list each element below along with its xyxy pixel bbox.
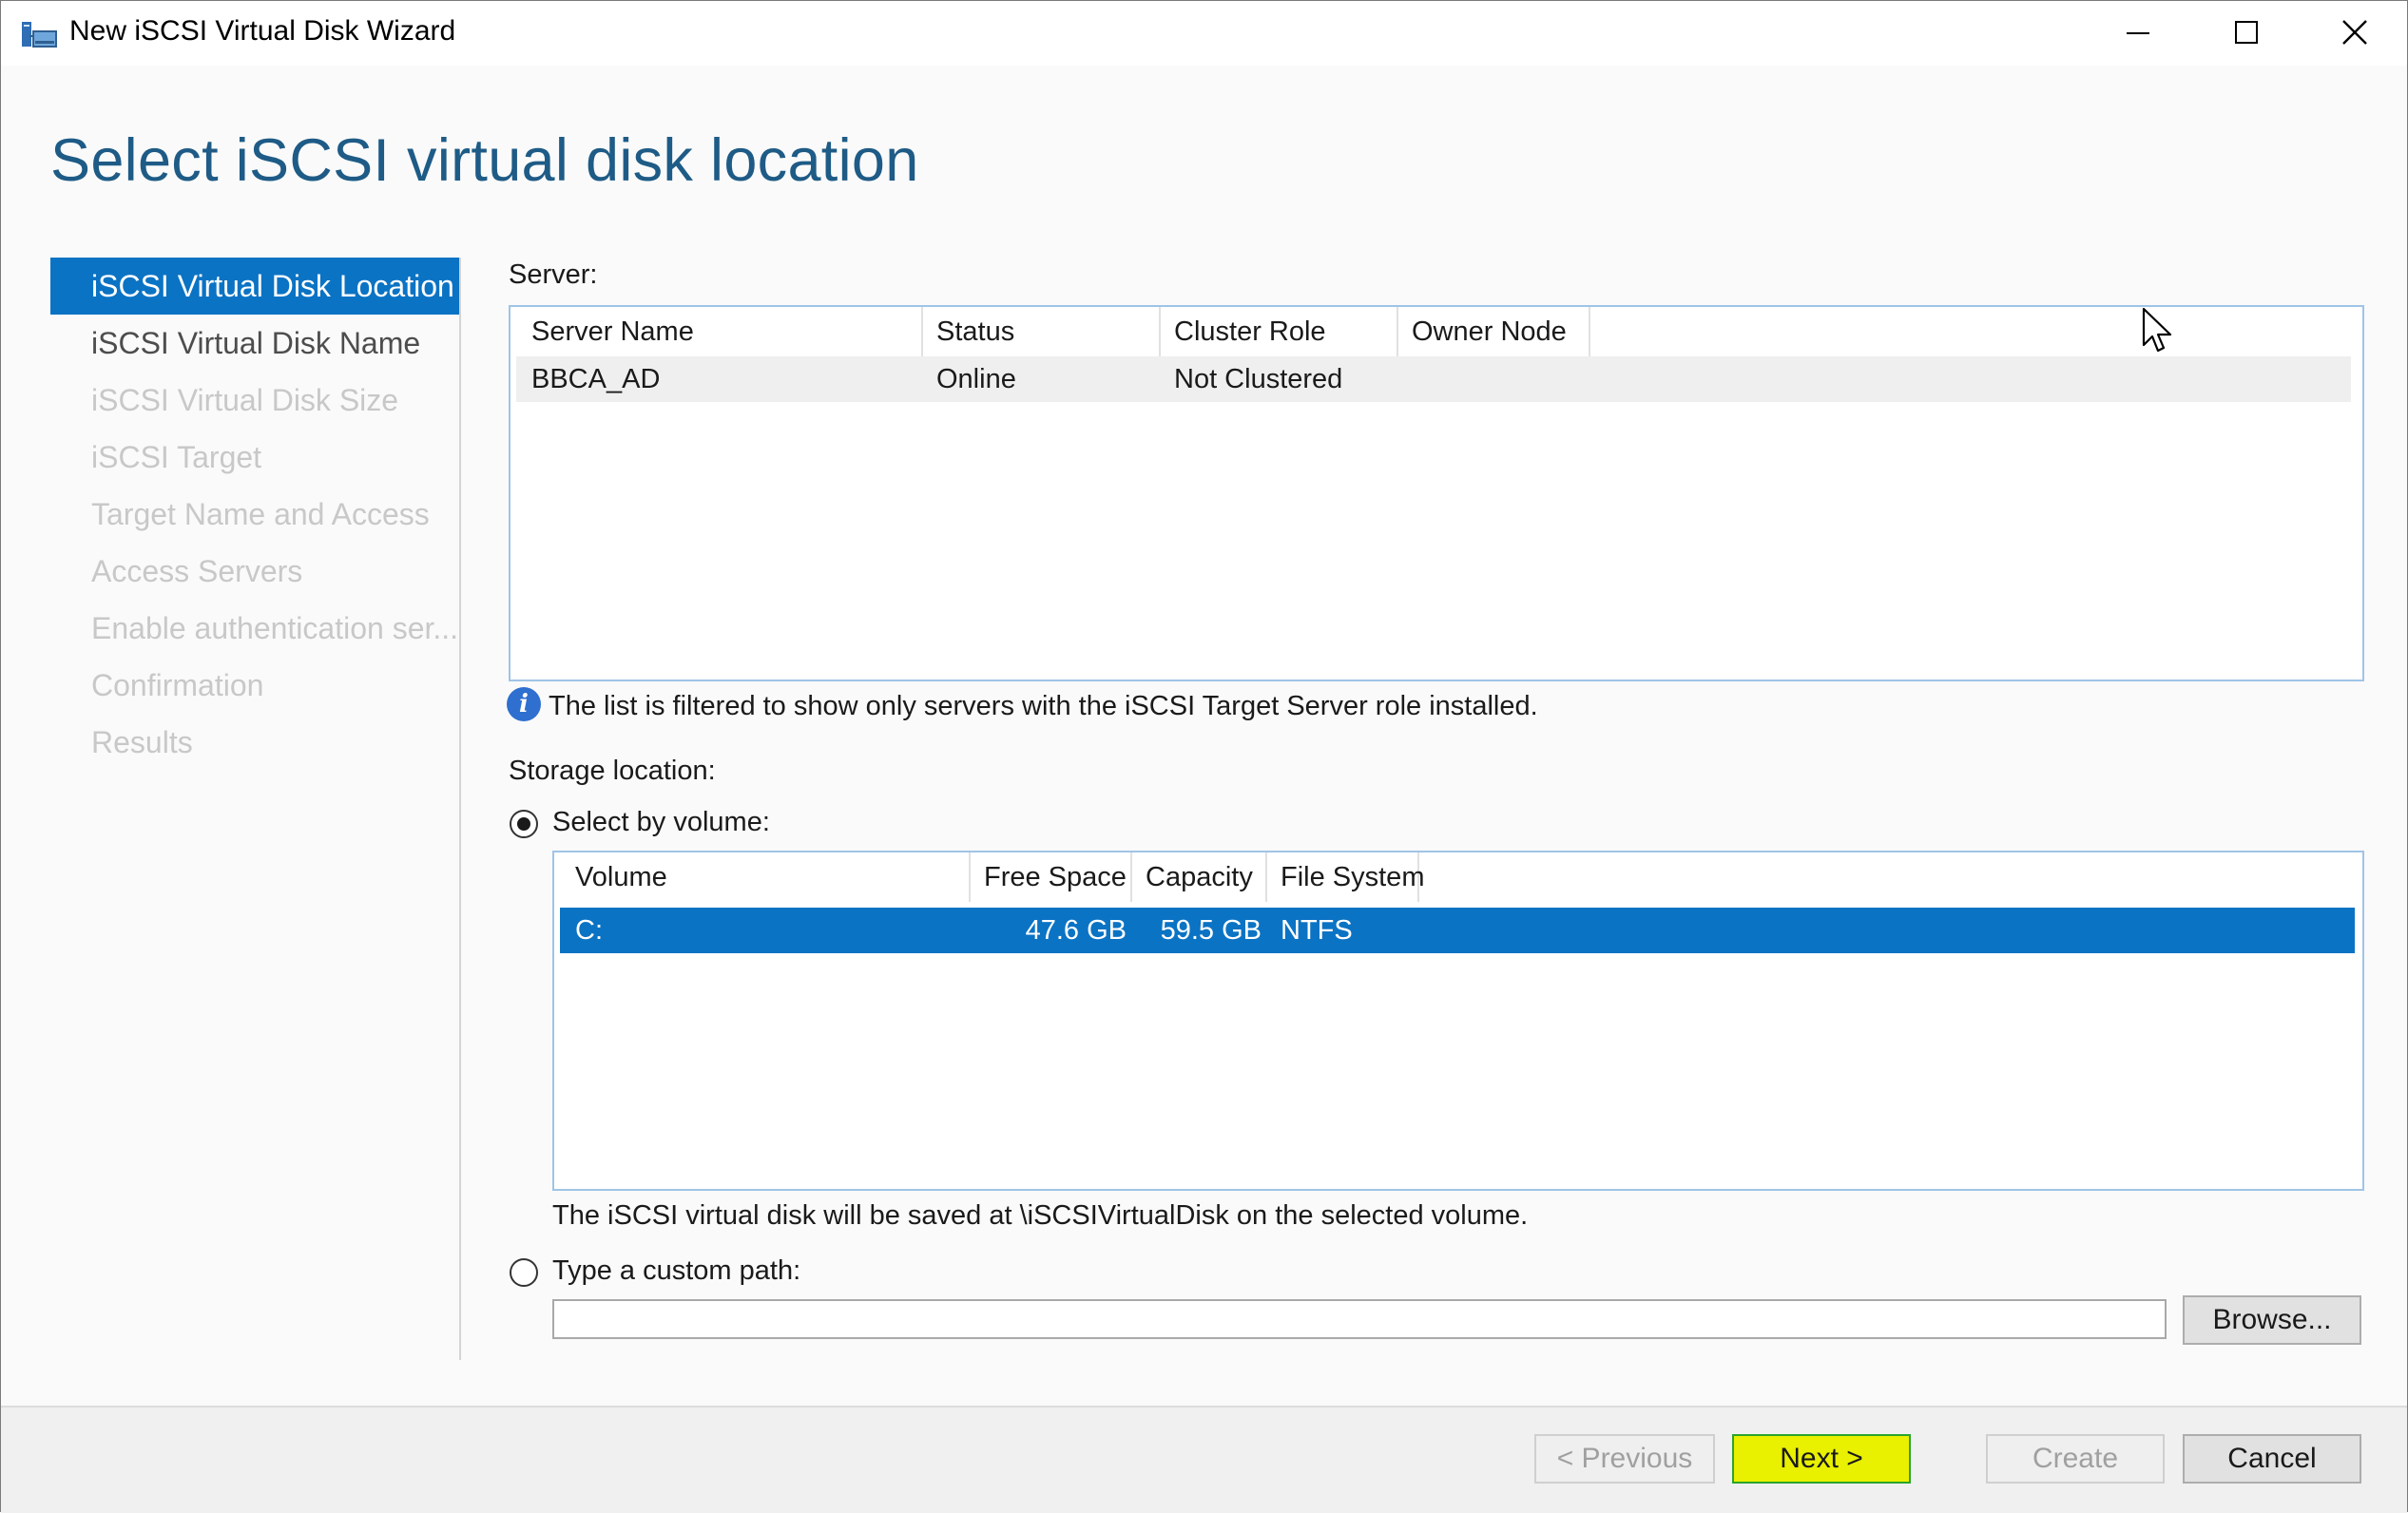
column-owner-node[interactable]: Owner Node: [1398, 307, 1590, 356]
close-icon: [2342, 20, 2367, 45]
column-file-system[interactable]: File System: [1267, 852, 1424, 902]
wizard-window: New iSCSI Virtual Disk Wizard Select iSC…: [0, 0, 2408, 1513]
maximize-icon: [2235, 21, 2258, 44]
window-title: New iSCSI Virtual Disk Wizard: [69, 15, 456, 47]
table-row[interactable]: BBCA_AD Online Not Clustered: [516, 356, 2351, 402]
select-by-volume-radio[interactable]: [510, 810, 538, 838]
nav-item-disk-location[interactable]: iSCSI Virtual Disk Location: [50, 258, 459, 315]
server-label: Server:: [509, 259, 598, 290]
mouse-pointer-icon: [2142, 307, 2172, 353]
nav-item-disk-size: iSCSI Virtual Disk Size: [91, 383, 399, 417]
create-button[interactable]: Create: [1986, 1434, 2165, 1484]
column-volume[interactable]: Volume: [562, 852, 971, 902]
volume-list-header: Volume Free Space Capacity File System: [554, 852, 2362, 902]
close-button[interactable]: [2302, 1, 2407, 64]
server-list[interactable]: Server Name Status Cluster Role Owner No…: [509, 305, 2364, 681]
save-location-note: The iSCSI virtual disk will be saved at …: [552, 1200, 1529, 1231]
wizard-disk-icon: [22, 22, 57, 48]
column-cluster-role[interactable]: Cluster Role: [1161, 307, 1398, 356]
nav-item-results: Results: [91, 725, 193, 759]
column-status[interactable]: Status: [923, 307, 1161, 356]
nav-divider: [459, 258, 461, 1360]
radio-selected-dot: [517, 817, 530, 831]
select-by-volume-label[interactable]: Select by volume:: [552, 807, 770, 838]
custom-path-radio[interactable]: [510, 1258, 538, 1287]
nav-item-target-name-access: Target Name and Access: [91, 497, 430, 531]
cell-volume: C:: [575, 915, 603, 946]
volume-list[interactable]: Volume Free Space Capacity File System C…: [552, 851, 2364, 1191]
column-free-space[interactable]: Free Space: [971, 852, 1132, 902]
title-bar: New iSCSI Virtual Disk Wizard: [1, 1, 2407, 66]
nav-item-enable-authentication: Enable authentication ser...: [91, 611, 459, 645]
cell-file-system: NTFS: [1281, 915, 1353, 946]
table-row[interactable]: C: 47.6 GB 59.5 GB NTFS: [560, 908, 2355, 953]
maximize-button[interactable]: [2194, 1, 2299, 64]
server-list-header: Server Name Status Cluster Role Owner No…: [510, 307, 2362, 356]
wizard-step-nav: iSCSI Virtual Disk Location iSCSI Virtua…: [50, 258, 459, 771]
cancel-button[interactable]: Cancel: [2183, 1434, 2361, 1484]
storage-location-label: Storage location:: [509, 756, 716, 786]
previous-button[interactable]: < Previous: [1534, 1434, 1715, 1484]
cell-capacity: 59.5 GB: [1160, 915, 1262, 946]
cell-server-name: BBCA_AD: [531, 364, 661, 394]
cell-free-space: 47.6 GB: [1025, 915, 1127, 946]
nav-item-iscsi-target: iSCSI Target: [91, 440, 262, 474]
nav-item-disk-name[interactable]: iSCSI Virtual Disk Name: [50, 315, 459, 372]
nav-item-confirmation: Confirmation: [91, 668, 264, 702]
filter-info-text: The list is filtered to show only server…: [549, 691, 1538, 721]
minimize-icon: [2127, 32, 2149, 34]
minimize-button[interactable]: [2086, 1, 2190, 64]
custom-path-input[interactable]: [552, 1299, 2167, 1339]
cell-status: Online: [936, 364, 1016, 394]
info-icon: i: [507, 687, 541, 721]
browse-button[interactable]: Browse...: [2183, 1295, 2361, 1345]
cell-cluster-role: Not Clustered: [1174, 364, 1343, 394]
column-capacity[interactable]: Capacity: [1132, 852, 1267, 902]
custom-path-label[interactable]: Type a custom path:: [552, 1255, 800, 1287]
nav-item-access-servers: Access Servers: [91, 554, 303, 588]
page-title: Select iSCSI virtual disk location: [50, 127, 919, 194]
column-server-name[interactable]: Server Name: [518, 307, 923, 356]
next-button[interactable]: Next >: [1732, 1434, 1911, 1484]
